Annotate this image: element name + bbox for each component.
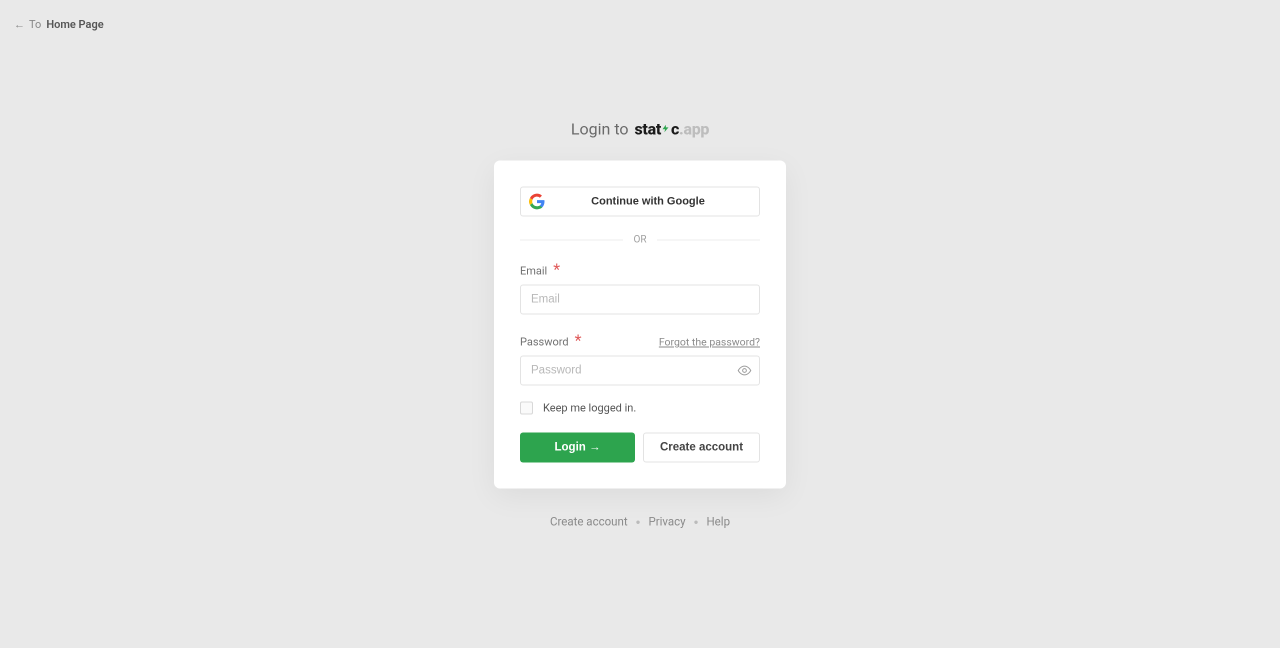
email-field[interactable]: [520, 285, 760, 315]
google-icon: [529, 194, 545, 210]
brand-suffix: .app: [679, 120, 709, 139]
required-asterisk: *: [553, 260, 560, 279]
keep-logged-in-label: Keep me logged in.: [543, 402, 636, 415]
password-field[interactable]: [520, 356, 760, 386]
continue-with-google-button[interactable]: Continue with Google: [520, 187, 760, 217]
back-to-label: To: [29, 18, 41, 31]
divider-label: OR: [623, 235, 656, 246]
footer-links: Create account ● Privacy ● Help: [550, 515, 730, 529]
create-account-button[interactable]: Create account: [643, 433, 760, 463]
forgot-password-link[interactable]: Forgot the password?: [659, 336, 760, 349]
separator-dot: ●: [694, 517, 699, 526]
footer-privacy-link[interactable]: Privacy: [648, 515, 685, 529]
password-label: Password: [520, 336, 569, 349]
back-to-home-link[interactable]: ← To Home Page: [14, 18, 104, 31]
separator-dot: ●: [636, 517, 641, 526]
back-home-label: Home Page: [46, 18, 103, 31]
arrow-left-icon: ←: [14, 18, 25, 31]
title-prefix: Login to: [571, 120, 629, 139]
email-label: Email: [520, 265, 547, 278]
page-title: Login to stat c .app: [571, 120, 709, 139]
login-card: Continue with Google OR Email * Password…: [494, 161, 786, 489]
or-divider: OR: [520, 235, 760, 246]
keep-logged-in-checkbox[interactable]: [520, 402, 533, 415]
bolt-icon: [661, 121, 670, 135]
brand-text-pre: stat: [635, 120, 661, 139]
eye-icon[interactable]: [737, 363, 752, 378]
footer-create-account-link[interactable]: Create account: [550, 515, 628, 529]
login-button[interactable]: Login →: [520, 433, 635, 463]
brand-logo: stat c .app: [635, 120, 710, 139]
required-asterisk: *: [575, 331, 582, 350]
google-button-label: Continue with Google: [545, 196, 751, 208]
footer-help-link[interactable]: Help: [706, 515, 730, 529]
brand-text-post: c: [671, 120, 679, 139]
